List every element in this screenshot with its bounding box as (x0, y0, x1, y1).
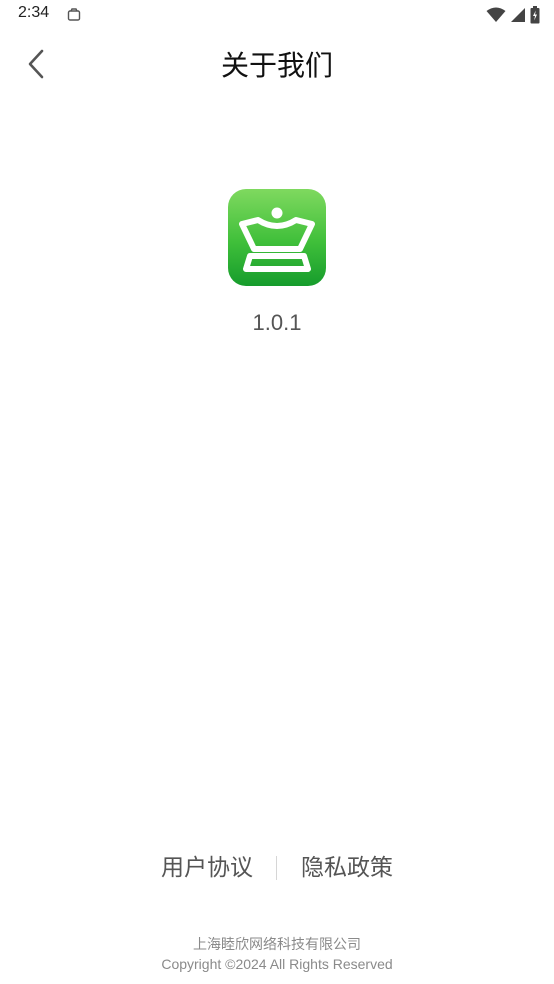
company-name: 上海睦欣网络科技有限公司 (193, 937, 361, 953)
privacy-policy-link[interactable]: 隐私政策 (301, 850, 393, 886)
app-version: 1.0.1 (252, 310, 302, 335)
clipboard-icon (66, 7, 82, 23)
status-icons (486, 6, 540, 28)
app-icon (228, 189, 326, 286)
copyright-text: Copyright ©2024 All Rights Reserved (161, 956, 393, 972)
battery-icon (530, 6, 540, 28)
link-divider (276, 856, 277, 880)
status-bar: 2:34 (0, 0, 554, 32)
crown-icon (228, 207, 326, 286)
user-agreement-link[interactable]: 用户协议 (161, 850, 253, 886)
wifi-icon (486, 7, 506, 27)
nav-bar: 关于我们 (0, 32, 554, 100)
status-time: 2:34 (18, 4, 50, 21)
page-title: 关于我们 (220, 49, 333, 82)
legal-links: 用户协议 隐私政策 (0, 850, 554, 886)
signal-icon (510, 7, 526, 27)
